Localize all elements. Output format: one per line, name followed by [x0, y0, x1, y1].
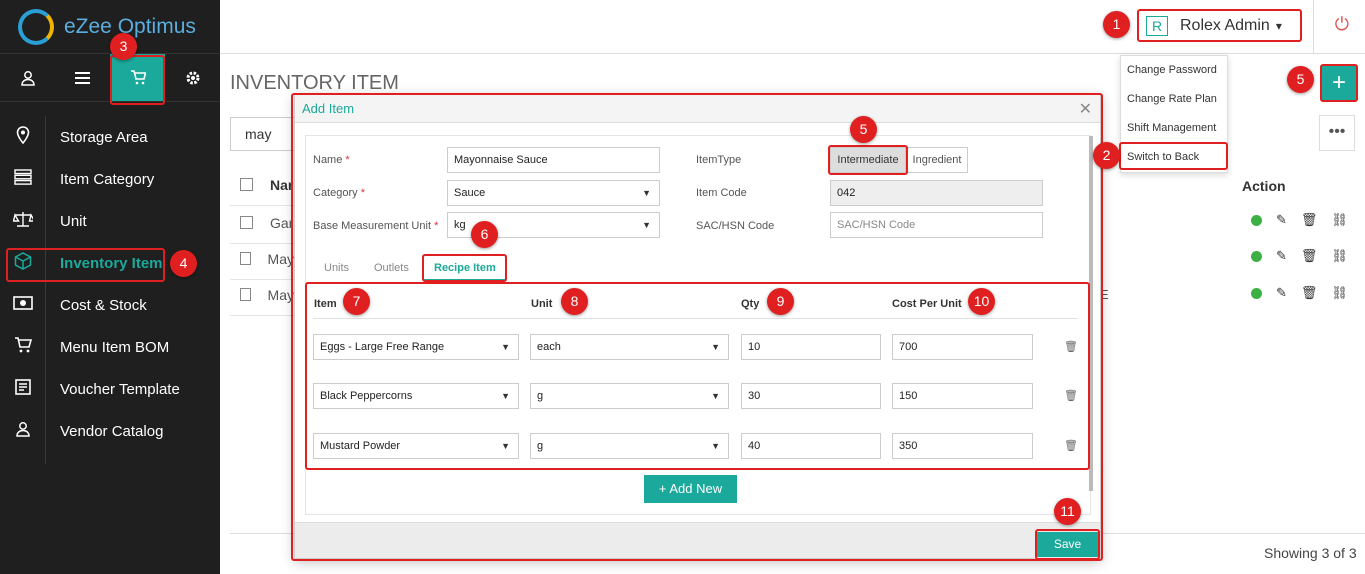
sidebar-item-menu-item-bom[interactable]: Menu Item BOM	[0, 326, 220, 368]
user-icon[interactable]	[0, 54, 55, 101]
sidebar-item-item-category[interactable]: Item Category	[0, 158, 220, 200]
annotation-highlight	[110, 55, 165, 105]
link-icon[interactable]: ⛓	[1331, 285, 1348, 301]
status-active-icon	[1251, 250, 1262, 262]
annotation-highlight	[6, 248, 165, 282]
delete-icon[interactable]: 🗑	[1301, 248, 1318, 264]
sidebar-item-voucher-template[interactable]: Voucher Template	[0, 368, 220, 410]
annotation-badge: 5	[1287, 66, 1314, 93]
menu-item-shift-management[interactable]: Shift Management	[1121, 114, 1227, 143]
row-name: Gar	[270, 214, 294, 231]
annotation-badge: 10	[968, 288, 995, 315]
annotation-badge: 9	[767, 288, 794, 315]
delete-icon[interactable]: 🗑	[1301, 212, 1318, 228]
annotation-badge: 8	[561, 288, 588, 315]
row-checkbox[interactable]	[240, 216, 253, 229]
link-icon[interactable]: ⛓	[1331, 212, 1348, 228]
annotation-badge: 5	[850, 116, 877, 143]
annotation-highlight	[1119, 142, 1228, 170]
voucher-icon	[0, 378, 45, 400]
sidebar-item-label: Storage Area	[60, 128, 148, 146]
sidebar-item-cost-stock[interactable]: Cost & Stock	[0, 284, 220, 326]
pagination-info: Showing 3 of 3	[1264, 545, 1357, 561]
sidebar-item-label: Voucher Template	[60, 380, 180, 398]
cart-icon	[0, 336, 45, 358]
annotation-badge: 6	[471, 221, 498, 248]
menu-item-change-rate-plan[interactable]: Change Rate Plan	[1121, 85, 1227, 114]
status-active-icon	[1251, 214, 1262, 226]
sidebar-item-unit[interactable]: Unit	[0, 200, 220, 242]
edit-icon[interactable]: ✎	[1276, 212, 1287, 228]
row-actions: ✎ 🗑 ⛓	[1251, 285, 1348, 301]
sidebar-item-label: Vendor Catalog	[60, 422, 164, 440]
divider	[1313, 0, 1314, 54]
search-input[interactable]: may	[230, 117, 294, 151]
power-icon[interactable]: ⏻	[1335, 14, 1349, 35]
sidebar-item-vendor-catalog[interactable]: Vendor Catalog	[0, 410, 220, 452]
annotation-badge: 1	[1103, 11, 1130, 38]
money-icon	[0, 295, 45, 315]
category-list-icon	[0, 168, 45, 190]
sidebar-item-label: Cost & Stock	[60, 296, 147, 314]
sidebar-item-label: Menu Item BOM	[60, 338, 170, 356]
menu-item-change-password[interactable]: Change Password	[1121, 56, 1227, 85]
annotation-badge: 11	[1054, 498, 1081, 525]
vendor-icon	[0, 421, 45, 442]
sidebar-item-storage-area[interactable]: Storage Area	[0, 116, 220, 158]
table-row[interactable]: May	[230, 274, 294, 316]
page-title: INVENTORY ITEM	[230, 72, 399, 94]
annotation-badge: 2	[1093, 142, 1120, 169]
sidebar-item-label: Unit	[60, 212, 87, 230]
edit-icon[interactable]: ✎	[1276, 248, 1287, 264]
sidebar-menu: Storage Area Item Category Unit Inventor…	[0, 116, 220, 464]
edit-icon[interactable]: ✎	[1276, 285, 1287, 301]
row-actions: ✎ 🗑 ⛓	[1251, 248, 1348, 264]
annotation-highlight	[1137, 9, 1302, 42]
column-header-name: Nar	[270, 176, 294, 193]
annotation-highlight	[291, 93, 1103, 561]
row-checkbox[interactable]	[240, 252, 251, 265]
select-all-checkbox[interactable]	[240, 178, 253, 191]
row-actions: ✎ 🗑 ⛓	[1251, 212, 1348, 228]
annotation-highlight	[1320, 64, 1358, 102]
location-pin-icon	[0, 125, 45, 149]
annotation-badge: 4	[170, 250, 197, 277]
sidebar-item-label: Item Category	[60, 170, 155, 188]
annotation-badge: 7	[343, 288, 370, 315]
annotation-highlight	[1035, 529, 1100, 560]
gear-icon[interactable]	[165, 54, 220, 101]
delete-icon[interactable]: 🗑	[1301, 285, 1318, 301]
list-icon[interactable]	[55, 54, 110, 101]
annotation-badge: 3	[110, 33, 137, 60]
column-header-action: Action	[1242, 178, 1286, 194]
logo-icon	[18, 8, 54, 45]
status-active-icon	[1251, 287, 1262, 299]
scale-icon	[0, 211, 45, 232]
row-checkbox[interactable]	[240, 288, 251, 301]
table-header: Nar	[230, 164, 294, 206]
link-icon[interactable]: ⛓	[1331, 248, 1348, 264]
more-options-button[interactable]: •••	[1319, 115, 1355, 151]
